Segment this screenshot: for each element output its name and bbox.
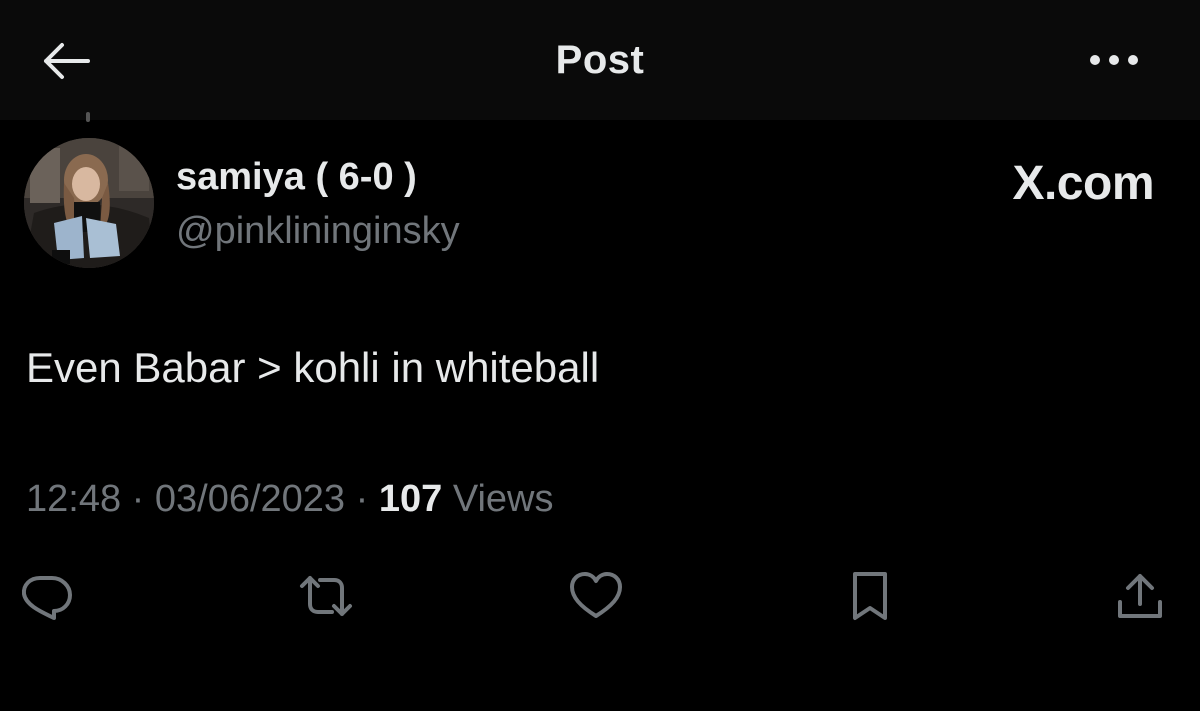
like-button[interactable]: [566, 566, 626, 626]
views-count[interactable]: 107: [379, 478, 442, 520]
brand-watermark: X.com: [1012, 157, 1154, 210]
share-icon: [1118, 574, 1162, 618]
author-handle[interactable]: @pinklininginsky: [176, 210, 460, 253]
avatar-photo: [24, 138, 154, 268]
post-date[interactable]: 03/06/2023: [155, 478, 345, 520]
share-button[interactable]: [1110, 566, 1170, 626]
repost-icon: [300, 576, 352, 616]
more-button[interactable]: [1084, 40, 1144, 80]
views-label[interactable]: Views: [453, 478, 554, 520]
repost-button[interactable]: [296, 566, 356, 626]
bookmark-icon: [853, 572, 887, 620]
thread-connector: [86, 112, 90, 122]
reply-button[interactable]: [16, 566, 76, 626]
post-text: Even Babar > kohli in whiteball: [26, 344, 600, 391]
avatar[interactable]: [24, 138, 154, 268]
bookmark-button[interactable]: [840, 566, 900, 626]
more-horizontal-icon: [1090, 55, 1138, 65]
post-time[interactable]: 12:48: [26, 478, 121, 520]
author-display-name[interactable]: samiya ( 6-0 ): [176, 156, 417, 199]
page-title: Post: [555, 38, 645, 82]
top-bar: Post: [0, 0, 1200, 120]
post-meta: 12:48 · 03/06/2023 · 107 Views: [26, 478, 554, 521]
meta-separator: ·: [131, 478, 145, 520]
meta-separator: ·: [355, 478, 369, 520]
heart-icon: [570, 572, 622, 618]
reply-icon: [21, 576, 72, 620]
